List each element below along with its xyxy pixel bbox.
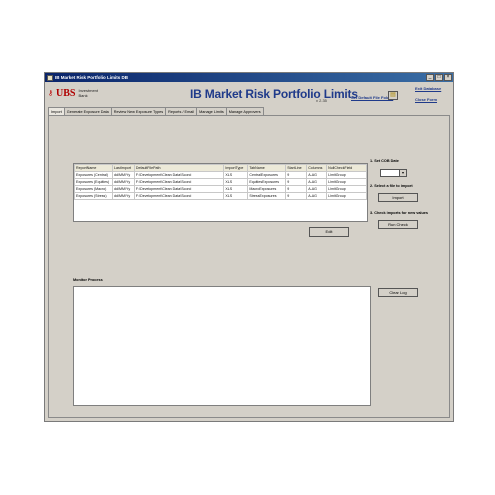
close-form-link[interactable]: Close Form	[415, 97, 437, 102]
column-header[interactable]: TabName	[247, 164, 287, 172]
folder-icon[interactable]: ▤	[388, 91, 398, 100]
table-cell: XLS	[223, 185, 249, 193]
table-cell: dd/MM/Yy	[111, 178, 135, 186]
table-cell: LimitGroup	[326, 185, 367, 193]
run-check-button[interactable]: Run Check	[378, 220, 418, 229]
table-cell: dd/MM/Yy	[111, 192, 135, 200]
table-cell: 9	[285, 192, 308, 200]
table-row[interactable]: Exposures (Macro) dd/MM/Yy F:\Developmen…	[74, 185, 367, 193]
table-cell: A-AG	[306, 192, 328, 200]
table-cell: A-AG	[306, 171, 328, 179]
form-header: ⚷ UBS Investment Bank IB Market Risk Por…	[45, 82, 453, 106]
table-cell: F:\Development\Clean Data\Scorci	[133, 185, 225, 193]
ubs-logo: ⚷ UBS Investment Bank	[48, 88, 98, 99]
minimize-button[interactable]: _	[426, 74, 434, 81]
import-grid[interactable]: ReportName LastImport DefaultFilePath Im…	[73, 163, 368, 222]
table-cell: dd/MM/Yy	[111, 171, 135, 179]
column-header[interactable]: NullCheckField	[326, 164, 367, 172]
table-cell: Exposures (Macro)	[74, 185, 113, 193]
table-cell: F:\Development\Clean Data\Scorci	[133, 171, 225, 179]
process-log-textarea[interactable]	[73, 286, 371, 406]
column-header[interactable]: ReportName	[74, 164, 113, 172]
clear-log-button[interactable]: Clear Log	[378, 288, 418, 297]
table-row[interactable]: Exposures (Stress) dd/MM/Yy F:\Developme…	[74, 192, 367, 200]
table-cell: Exposures (Stress)	[74, 192, 113, 200]
table-cell: Exposures (Central)	[74, 171, 113, 179]
logo-text: UBS	[56, 88, 76, 99]
bank-line-2: Bank	[78, 92, 88, 98]
table-cell: 9	[285, 178, 308, 186]
table-cell: XLS	[223, 178, 249, 186]
table-cell: F:\Development\Clean Data\Scorci	[133, 178, 225, 186]
table-cell: Exposures (Equities)	[74, 178, 113, 186]
column-header[interactable]: DefaultFilePath	[133, 164, 225, 172]
step-1-label: 1. Set COB Date	[370, 159, 399, 163]
table-cell: XLS	[223, 192, 249, 200]
import-button[interactable]: Import	[378, 193, 418, 202]
table-cell: A-AG	[306, 185, 328, 193]
title-bar: IB Market Risk Portfolio Limits DB _ □ ×	[45, 73, 453, 82]
app-window: IB Market Risk Portfolio Limits DB _ □ ×…	[44, 72, 454, 422]
table-cell: MacroExposures	[247, 185, 287, 193]
exit-database-link[interactable]: Exit Database	[415, 86, 441, 91]
table-cell: LimitGroup	[326, 192, 367, 200]
cob-date-select[interactable]: ▾	[380, 169, 407, 177]
version-label: v 2.35	[316, 98, 327, 103]
column-header[interactable]: Columns	[306, 164, 328, 172]
table-cell: EquitiesExposures	[247, 178, 287, 186]
table-cell: LimitGroup	[326, 178, 367, 186]
set-default-folder-link[interactable]: Set Default File Folder	[351, 95, 393, 100]
close-button[interactable]: ×	[444, 74, 452, 81]
monitor-process-label: Monitor Process	[73, 278, 103, 282]
table-cell: A-AG	[306, 178, 328, 186]
table-cell: XLS	[223, 171, 249, 179]
table-cell: LimitGroup	[326, 171, 367, 179]
table-cell: dd/MM/Yy	[111, 185, 135, 193]
edit-button[interactable]: Edit	[309, 227, 349, 237]
column-header[interactable]: LastImport	[111, 164, 135, 172]
table-cell: 9	[285, 185, 308, 193]
table-cell: CentralExposures	[247, 171, 287, 179]
table-cell: StressExposures	[247, 192, 287, 200]
app-icon	[47, 74, 53, 81]
step-2-label: 2. Select a file to import	[370, 184, 413, 188]
window-title: IB Market Risk Portfolio Limits DB	[55, 75, 129, 80]
step-3-label: 3. Check imports for new values	[370, 211, 429, 215]
column-header[interactable]: StartLine	[285, 164, 308, 172]
maximize-button[interactable]: □	[435, 74, 443, 81]
table-cell: F:\Development\Clean Data\Scorci	[133, 192, 225, 200]
page-title: IB Market Risk Portfolio Limits	[190, 87, 358, 101]
column-header[interactable]: ImportType	[223, 164, 249, 172]
keys-icon: ⚷	[48, 90, 54, 97]
chevron-down-icon[interactable]: ▾	[399, 170, 406, 176]
table-row[interactable]: Exposures (Central) dd/MM/Yy F:\Developm…	[74, 171, 367, 179]
table-row[interactable]: Exposures (Equities) dd/MM/Yy F:\Develop…	[74, 178, 367, 186]
table-cell: 9	[285, 171, 308, 179]
grid-header-row: ReportName LastImport DefaultFilePath Im…	[74, 164, 367, 172]
